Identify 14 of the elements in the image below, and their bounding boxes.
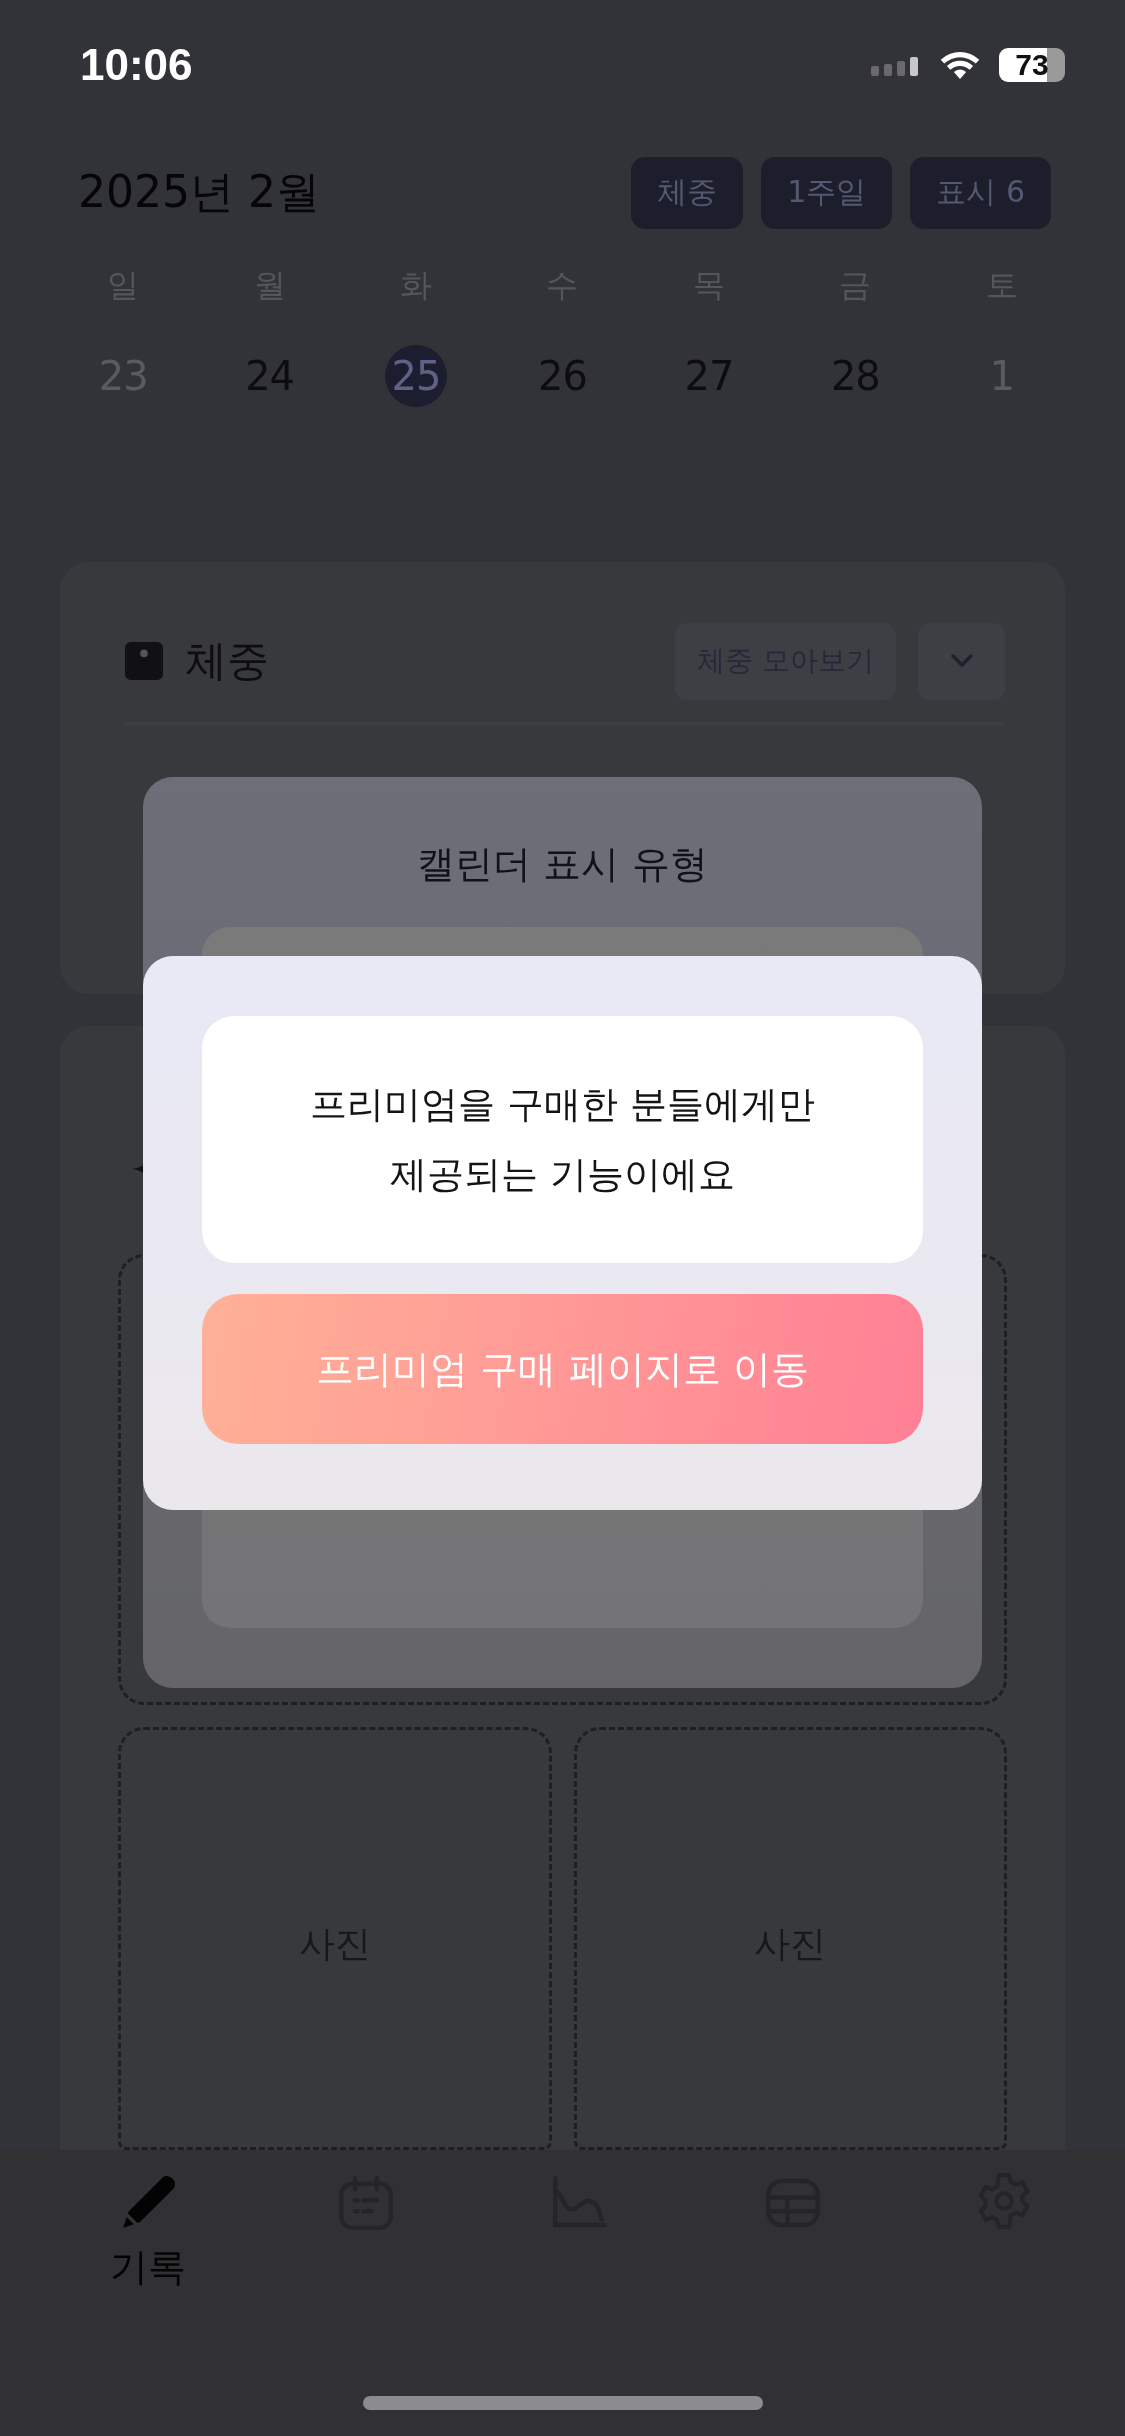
- sheet-title: 캘린더 표시 유형: [416, 841, 709, 888]
- signal-icon: [871, 54, 921, 76]
- scale-icon: [125, 642, 163, 680]
- header-button[interactable]: 체중: [631, 156, 744, 229]
- battery-level: 73: [999, 48, 1065, 82]
- wifi-icon: [939, 49, 981, 81]
- dropdown-button[interactable]: [918, 622, 1005, 700]
- premium-purchase-button[interactable]: 프리미엄 구매 페이지로 이동: [202, 1294, 923, 1444]
- header-button[interactable]: 표시 6: [910, 156, 1051, 229]
- date[interactable]: 25: [385, 345, 448, 407]
- header-button[interactable]: 1주일: [761, 156, 893, 229]
- premium-message: 프리미엄을 구매한 분들에게만 제공되는 기능이에요: [202, 1016, 923, 1263]
- chevron-down-icon: [948, 653, 975, 669]
- status-time: 10:06: [80, 40, 193, 90]
